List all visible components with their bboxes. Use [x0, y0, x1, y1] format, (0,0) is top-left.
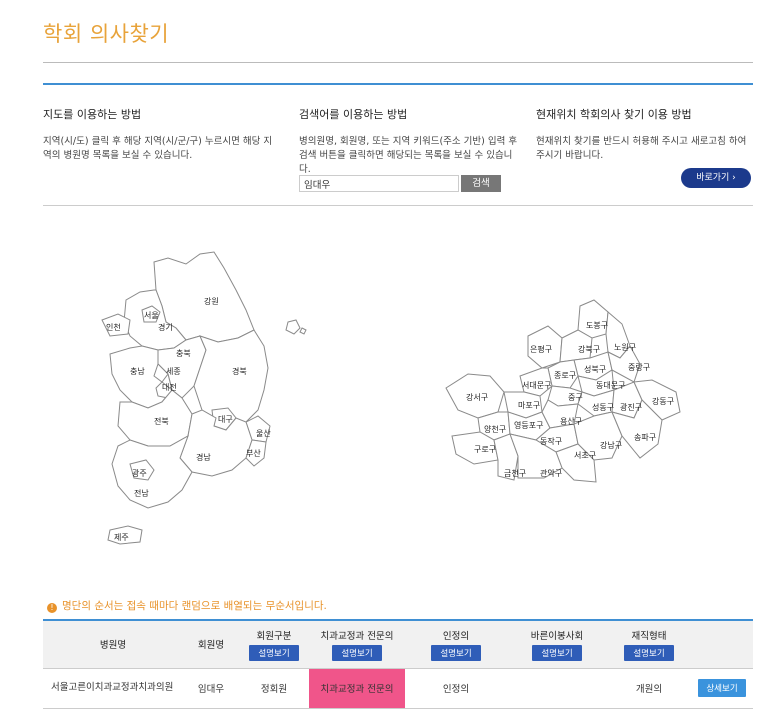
island [285, 319, 301, 335]
region-label: 강원 [204, 296, 219, 306]
explain-button[interactable]: 설명보기 [624, 644, 674, 661]
guide-location: 현재위치 학회의사 찾기 이용 방법 현재위치 찾기를 반드시 허용해 주시고 … [536, 106, 754, 163]
region-label: 충북 [176, 349, 191, 358]
explain-button[interactable]: 설명보기 [532, 644, 582, 661]
region-label: 제주 [114, 533, 129, 542]
district-label: 중구 [568, 393, 583, 402]
search-input[interactable] [299, 175, 459, 192]
region-gyeongbuk[interactable] [193, 329, 269, 423]
col-society: 바른이봉사회 설명보기 [507, 620, 607, 669]
district-label: 강북구 [578, 344, 600, 354]
region-label: 대전 [162, 382, 177, 392]
region-label: 부산 [246, 448, 261, 458]
district-label: 종로구 [554, 371, 576, 380]
page-title: 학회 의사찾기 [43, 22, 170, 46]
cell-certified: 인정의 [405, 668, 507, 709]
guide-heading: 지도를 이용하는 방법 [43, 108, 142, 121]
cell-specialist: 치과교정과 전문의 [309, 668, 405, 709]
district-label: 금천구 [504, 468, 526, 478]
cell-member-type: 정회원 [239, 668, 309, 709]
cell-hospital: 서울고른이치과교정과치과의원 [43, 668, 183, 709]
guide-text: 지역(시/도) 클릭 후 해당 지역(시/군/구) 누르시면 해당 지역의 병원… [43, 136, 273, 161]
district-label: 성동구 [592, 403, 614, 412]
col-member: 회원명 [183, 620, 239, 669]
region-label: 세종 [166, 367, 181, 376]
region-label: 서울 [144, 311, 159, 320]
detail-button[interactable]: 상세보기 [698, 679, 746, 697]
region-label: 전북 [154, 416, 169, 426]
explain-button[interactable]: 설명보기 [249, 644, 299, 661]
seoul-map: 도봉구 은평구 강북구 노원구 성북구 중랑구 종로구 서대문구 동대문구 강서… [445, 299, 681, 483]
col-detail [691, 620, 753, 669]
cell-employment: 개원의 [607, 668, 691, 709]
search-button[interactable]: 검색 [461, 175, 501, 192]
region-label: 경남 [196, 452, 211, 462]
district-label: 중랑구 [628, 362, 650, 372]
col-hospital: 병원명 [43, 620, 183, 669]
district-label: 은평구 [530, 344, 552, 354]
district-label: 마포구 [518, 401, 540, 410]
explain-button[interactable]: 설명보기 [431, 644, 481, 661]
current-location-button[interactable]: 바로가기 › [681, 168, 751, 188]
hospital-table: 병원명 회원명 회원구분 설명보기 치과교정과 전문의 설명보기 인정의 설명보기 바… [43, 619, 753, 709]
district-label: 노원구 [614, 343, 636, 352]
region-label: 경기 [158, 322, 173, 332]
region-label: 충남 [130, 367, 145, 376]
district-label: 강서구 [466, 392, 488, 402]
col-certified: 인정의 설명보기 [405, 620, 507, 669]
divider [43, 62, 753, 63]
guide-text: 병의원명, 회원명, 또는 지역 키워드(주소 기반) 입력 후 검색 버튼을 … [299, 136, 518, 175]
district-label: 동작구 [540, 436, 562, 446]
korea-map: 강원 인천 서울 경기 충북 충남 세종 대전 경북 전북 대구 울산 경남 부… [101, 251, 307, 545]
region-label: 전남 [134, 488, 149, 498]
district-label: 양천구 [484, 424, 506, 434]
col-member-type: 회원구분 설명보기 [239, 620, 309, 669]
district-label: 서대문구 [522, 381, 551, 390]
divider-accent [43, 83, 753, 85]
district-label: 동대문구 [596, 381, 625, 390]
district-label: 용산구 [560, 416, 582, 426]
guide-heading: 검색어를 이용하는 방법 [299, 108, 408, 121]
guide-heading: 현재위치 학회의사 찾기 이용 방법 [536, 108, 692, 121]
district-label: 성북구 [584, 365, 606, 374]
cell-detail: 상세보기 [691, 668, 753, 709]
guide-text: 현재위치 찾기를 반드시 허용해 주시고 새로고침 하여 주시기 바랍니다. [536, 136, 747, 161]
region-label: 인천 [106, 322, 121, 332]
district-label: 영등포구 [514, 420, 543, 430]
island [299, 327, 307, 335]
table-row: 서울고른이치과교정과치과의원 임대우 정회원 치과교정과 전문의 인정의 개원의… [43, 668, 753, 709]
district-label: 서초구 [574, 451, 596, 460]
region-label: 대구 [218, 415, 233, 424]
district-label: 강동구 [652, 396, 674, 406]
district-label: 관악구 [540, 468, 562, 478]
table-header: 병원명 회원명 회원구분 설명보기 치과교정과 전문의 설명보기 인정의 설명보기 바… [43, 620, 753, 669]
notice-text: 명단의 순서는 접속 때마다 랜덤으로 배열되는 무순서입니다. [62, 600, 327, 612]
region-label: 경북 [232, 366, 247, 376]
divider [43, 205, 753, 206]
col-employment: 재직형태 설명보기 [607, 620, 691, 669]
district-label: 광진구 [620, 402, 642, 412]
guide-map: 지도를 이용하는 방법 지역(시/도) 클릭 후 해당 지역(시/군/구) 누르… [43, 106, 278, 163]
col-specialist: 치과교정과 전문의 설명보기 [309, 620, 405, 669]
info-icon: ! [47, 603, 57, 613]
cell-member: 임대우 [183, 668, 239, 709]
guide-search: 검색어를 이용하는 방법 병의원명, 회원명, 또는 지역 키워드(주소 기반)… [299, 106, 521, 177]
cell-society [507, 668, 607, 709]
notice: ! 명단의 순서는 접속 때마다 랜덤으로 배열되는 무순서입니다. [47, 598, 327, 613]
district-label: 송파구 [634, 433, 656, 442]
region-label: 광주 [132, 468, 147, 478]
district-label: 강남구 [600, 440, 622, 450]
region-gyeongnam[interactable] [179, 409, 253, 477]
district-label: 도봉구 [586, 321, 608, 330]
region-label: 울산 [256, 428, 271, 438]
explain-button[interactable]: 설명보기 [332, 644, 382, 661]
district-label: 구로구 [474, 445, 496, 454]
